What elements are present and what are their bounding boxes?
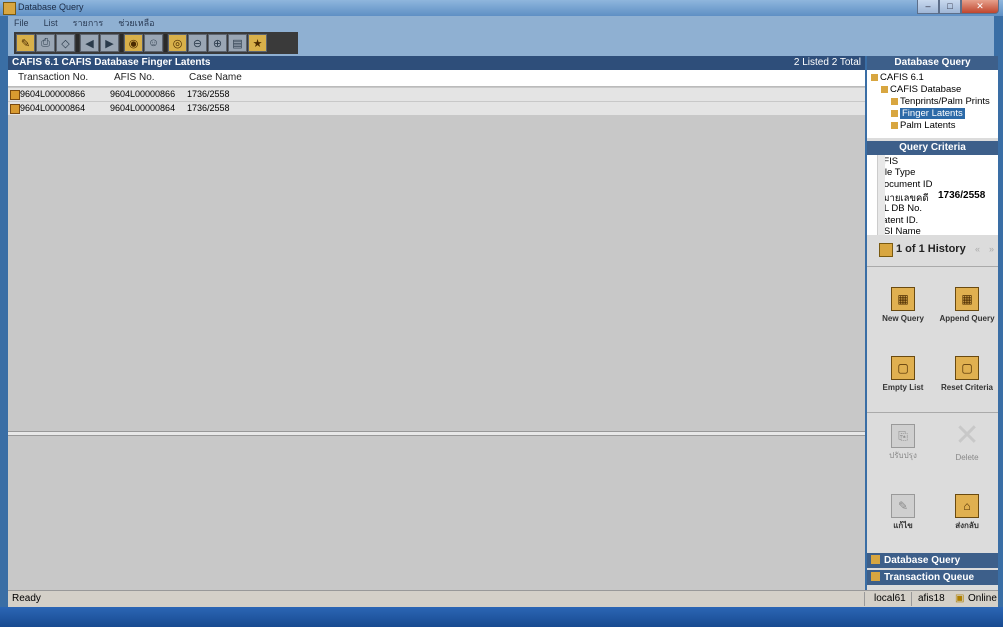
return-icon: ⌂ <box>955 494 979 518</box>
new-query-icon: ▦ <box>891 287 915 311</box>
delete-icon: ✕ <box>954 418 980 452</box>
print-icon[interactable]: ⎙ <box>36 34 55 52</box>
column-transaction-no[interactable]: Transaction No. <box>18 72 88 83</box>
nav-database-query[interactable]: Database Query <box>867 553 998 568</box>
tree-item-cafis[interactable]: CAFIS 6.1 <box>871 72 924 83</box>
node-icon <box>881 85 888 93</box>
menu-bar: File List รายการ ช่วยเหลือ <box>8 16 994 30</box>
target-icon[interactable]: ◎ <box>168 34 187 52</box>
divider <box>867 412 998 413</box>
update-icon: ⎘ <box>891 424 915 448</box>
node-icon <box>871 73 878 81</box>
append-query-icon: ▦ <box>955 287 979 311</box>
chart-icon[interactable]: ▤ <box>228 34 247 52</box>
node-icon <box>891 109 898 117</box>
menu-help-thai[interactable]: ช่วยเหลือ <box>112 16 160 30</box>
database-icon <box>871 555 880 564</box>
status-server: local61 <box>874 593 906 604</box>
menu-list[interactable]: List <box>38 16 64 30</box>
nav-transaction-queue[interactable]: Transaction Queue <box>867 570 998 585</box>
divider <box>867 266 998 267</box>
taskbar <box>0 607 1003 627</box>
table-row[interactable]: 9604L00000866 9604L00000866 1736/2558 <box>8 88 865 101</box>
history-bar: 1 of 1 History « » <box>867 240 998 262</box>
minimize-button[interactable]: – <box>917 0 939 14</box>
tree-item-database[interactable]: CAFIS Database <box>881 84 961 95</box>
column-case-name[interactable]: Case Name <box>189 72 242 83</box>
reset-criteria-icon: ▢ <box>955 356 979 380</box>
criteria-list: AFIS File Type Document ID หมายเลขคดี 17… <box>867 155 998 237</box>
record-icon <box>10 90 20 100</box>
new-query-button[interactable]: ▦ New Query <box>873 287 933 323</box>
update-button[interactable]: ⎘ ปรับปรุง <box>873 424 933 460</box>
node-icon <box>891 97 898 105</box>
results-title: CAFIS 6.1 CAFIS Database Finger Latents <box>12 57 211 68</box>
edit-button[interactable]: ✎ แก้ไข <box>873 494 933 530</box>
right-circle-icon[interactable]: ⊕ <box>208 34 227 52</box>
tree-item-finger-latents[interactable]: Finger Latents <box>891 108 965 119</box>
history-icon <box>879 243 893 257</box>
database-tree: CAFIS 6.1 CAFIS Database Tenprints/Palm … <box>867 70 998 138</box>
window-title: Database Query <box>18 2 84 12</box>
delete-button[interactable]: ✕ Delete <box>937 418 997 463</box>
menu-items-thai[interactable]: รายการ <box>67 16 110 30</box>
list-header: Transaction No. AFIS No. Case Name <box>8 70 865 87</box>
pane-splitter[interactable] <box>8 431 865 436</box>
toolbar: ✎ ⎙ ◇ ◀ ▶ ◉ ☺ ◎ ⊖ ⊕ ▤ ★ <box>8 30 994 56</box>
open-icon[interactable]: ✎ <box>16 34 35 52</box>
history-next-icon[interactable]: » <box>989 244 994 254</box>
tree-item-palm-latents[interactable]: Palm Latents <box>891 120 955 131</box>
status-text: Ready <box>12 593 41 604</box>
column-afis-no[interactable]: AFIS No. <box>114 72 155 83</box>
status-user: afis18 <box>918 593 945 604</box>
window-controls: – □ ✕ <box>917 0 999 14</box>
history-text: 1 of 1 History <box>896 243 966 255</box>
title-bar: Database Query – □ ✕ <box>0 0 1003 16</box>
left-circle-icon[interactable]: ⊖ <box>188 34 207 52</box>
back-icon[interactable]: ◀ <box>80 34 99 52</box>
queue-icon <box>871 572 880 581</box>
edit-icon: ✎ <box>891 494 915 518</box>
criteria-value[interactable]: 1736/2558 <box>938 190 985 201</box>
table-row[interactable]: 9604L00000864 9604L00000864 1736/2558 <box>8 102 865 115</box>
append-query-button[interactable]: ▦ Append Query <box>937 287 997 323</box>
results-area <box>8 56 865 605</box>
star-icon[interactable]: ★ <box>248 34 267 52</box>
criteria-label: Document ID <box>877 179 933 190</box>
reset-criteria-button[interactable]: ▢ Reset Criteria <box>937 356 997 392</box>
return-button[interactable]: ⌂ ส่งกลับ <box>937 494 997 530</box>
record-icon <box>10 104 20 114</box>
status-bar: Ready local61 afis18 ▣ Online <box>8 590 998 607</box>
query-criteria-header: Query Criteria <box>867 141 998 155</box>
maximize-button[interactable]: □ <box>939 0 961 14</box>
tree-item-tenprints[interactable]: Tenprints/Palm Prints <box>891 96 990 107</box>
status-online: Online <box>968 593 997 604</box>
database-query-header: Database Query <box>867 56 998 70</box>
empty-list-icon: ▢ <box>891 356 915 380</box>
node-icon <box>891 121 898 129</box>
close-button[interactable]: ✕ <box>961 0 999 14</box>
empty-list-button[interactable]: ▢ Empty List <box>873 356 933 392</box>
history-prev-icon[interactable]: « <box>975 244 980 254</box>
online-icon: ▣ <box>955 593 965 604</box>
people-icon[interactable]: ☺ <box>144 34 163 52</box>
results-count: 2 Listed 2 Total <box>793 57 861 68</box>
menu-file[interactable]: File <box>8 16 35 30</box>
binoculars-icon[interactable]: ◉ <box>124 34 143 52</box>
eraser-icon[interactable]: ◇ <box>56 34 75 52</box>
forward-icon[interactable]: ▶ <box>100 34 119 52</box>
results-header: CAFIS 6.1 CAFIS Database Finger Latents … <box>8 56 865 70</box>
app-icon <box>3 2 16 15</box>
criteria-scrollbar[interactable] <box>877 155 885 235</box>
